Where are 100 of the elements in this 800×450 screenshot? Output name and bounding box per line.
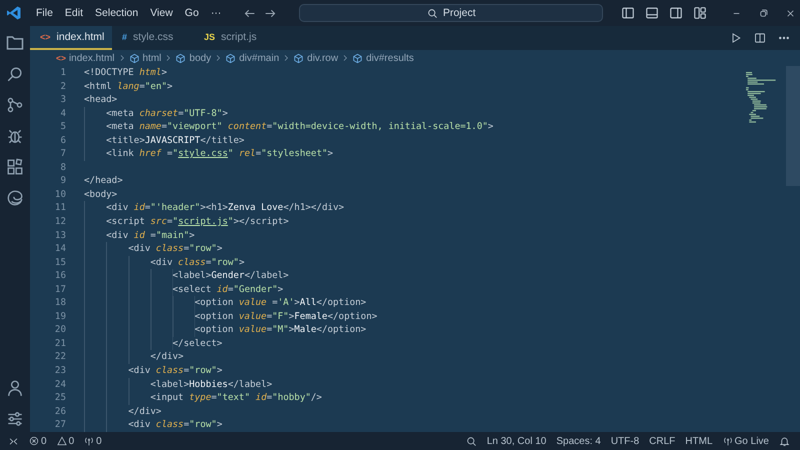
- branch-icon[interactable]: [6, 96, 24, 114]
- sliders-icon[interactable]: [6, 410, 24, 428]
- split-layout-icon[interactable]: [669, 6, 683, 20]
- code-line: <div class="row">: [128, 364, 222, 378]
- line-number: 5: [59, 120, 66, 134]
- line-number: 9: [59, 174, 66, 188]
- line-number: 22: [54, 350, 66, 364]
- status-item[interactable]: Spaces: 4: [556, 436, 601, 446]
- file-type-icon: <>: [56, 53, 66, 63]
- line-number: 8: [59, 160, 66, 174]
- code-line: <option value ='A'>All</option>: [194, 296, 366, 310]
- code-line: <div id="'header"><h1>Zenva Love</h1></div>: [106, 201, 344, 216]
- sidebar-layout-icon[interactable]: [621, 6, 635, 20]
- line-number: 3: [59, 93, 66, 107]
- go-live-button[interactable]: Go Live: [734, 436, 769, 446]
- error-count[interactable]: 0: [41, 436, 47, 446]
- code-line: <link href ="style.css" rel="stylesheet">: [106, 147, 334, 161]
- breadcrumb-item[interactable]: div#main: [239, 52, 280, 64]
- code-line: </head>: [84, 174, 123, 188]
- line-number: 16: [54, 269, 66, 283]
- run-icon[interactable]: [730, 32, 742, 44]
- line-number: 21: [54, 336, 66, 350]
- cube-icon: [128, 52, 140, 64]
- line-number: 18: [54, 296, 66, 310]
- menu-item[interactable]: Selection: [89, 5, 144, 21]
- line-number: 24: [54, 378, 66, 392]
- line-number: 10: [54, 188, 66, 202]
- error-icon: [29, 436, 39, 446]
- menu-item[interactable]: Edit: [58, 5, 90, 21]
- code-line: <label>Hobbies</label>: [150, 378, 272, 392]
- code-line: <html lang="en">: [84, 80, 173, 94]
- code-line: <body>: [84, 188, 118, 202]
- breadcrumb-item[interactable]: index.html: [68, 52, 115, 64]
- panel-layout-icon[interactable]: [645, 6, 659, 20]
- blocks-icon[interactable]: [6, 158, 24, 176]
- chevron-icon: [214, 54, 222, 62]
- code-line: <div class="row">: [128, 242, 222, 256]
- code-line: <title>JAVASCRIPT</title>: [106, 134, 244, 148]
- split-editor-icon[interactable]: [754, 32, 766, 44]
- cube-icon: [175, 52, 186, 64]
- code-line: <label>Gender</label>: [172, 269, 289, 283]
- command-center[interactable]: Project: [299, 4, 604, 22]
- swirl-icon[interactable]: [6, 189, 24, 207]
- code-line: </div>: [128, 404, 162, 418]
- code-line: </select>: [172, 336, 222, 350]
- warning-count[interactable]: 0: [68, 436, 74, 446]
- status-item[interactable]: UTF-8: [610, 436, 640, 446]
- file-type-icon: <>: [40, 32, 51, 42]
- editor-tab[interactable]: # style.css: [112, 26, 194, 50]
- line-number: 19: [54, 310, 66, 324]
- search-icon: [426, 8, 438, 18]
- code-line: <meta charset="UTF-8">: [106, 106, 228, 120]
- line-number: 11: [54, 201, 66, 216]
- breadcrumb-item[interactable]: div.row: [307, 52, 338, 64]
- code-line: <!DOCTYPE html>: [84, 66, 168, 80]
- code-line: <meta name="viewport" content="width=device-width, initial-scale=1.0">: [106, 120, 494, 134]
- line-number: 17: [54, 282, 66, 296]
- code-line: <head>: [84, 93, 118, 107]
- broadcast-icon: [722, 436, 733, 446]
- status-item[interactable]: Ln 30, Col 10: [486, 436, 546, 446]
- antenna-icon: [84, 436, 94, 446]
- chevron-icon: [282, 54, 290, 62]
- editor-tab[interactable]: <> index.html: [30, 26, 112, 50]
- line-number: 26: [54, 404, 66, 418]
- editor-tab[interactable]: JS script.js: [194, 26, 276, 50]
- bug-icon[interactable]: [6, 127, 24, 145]
- line-number: 27: [54, 418, 66, 432]
- code-line: <option value="F">Female</option>: [194, 310, 378, 324]
- search-icon[interactable]: [6, 65, 24, 83]
- port-count[interactable]: 0: [96, 436, 102, 446]
- menu-item[interactable]: View: [144, 5, 179, 21]
- code-logo-icon: [6, 5, 22, 21]
- breadcrumb-item[interactable]: body: [189, 52, 212, 64]
- line-number: 4: [59, 106, 66, 120]
- line-number: 13: [54, 228, 66, 242]
- line-number: 6: [59, 134, 66, 148]
- code-line: <script src="script.js"></script>: [106, 215, 289, 229]
- line-number: 2: [59, 80, 66, 94]
- menu-item[interactable]: File: [30, 5, 59, 21]
- code-line: <select id="Gender">: [172, 282, 284, 296]
- close-icon[interactable]: [785, 8, 796, 18]
- remote-icon[interactable]: [8, 436, 19, 446]
- breadcrumb-item[interactable]: div#results: [366, 52, 414, 64]
- code-line: <div class="row">: [128, 418, 222, 432]
- breadcrumb-item[interactable]: html: [142, 52, 162, 64]
- chevron-icon: [341, 54, 350, 62]
- line-number: 15: [54, 256, 66, 270]
- grid-layout-icon[interactable]: [693, 6, 707, 20]
- zoom-icon[interactable]: [466, 436, 477, 446]
- status-item[interactable]: CRLF: [649, 436, 676, 446]
- bell-icon[interactable]: [779, 436, 790, 446]
- cube-icon: [293, 52, 304, 64]
- menu-item[interactable]: ···: [204, 5, 228, 21]
- person-icon[interactable]: [6, 379, 24, 397]
- line-number: 14: [54, 242, 66, 256]
- code-line: <div class="row">: [150, 256, 244, 270]
- status-item[interactable]: HTML: [685, 436, 713, 446]
- restore-icon[interactable]: [758, 8, 769, 18]
- code-line: <div id ="main">: [106, 228, 195, 242]
- menu-item[interactable]: Go: [178, 5, 205, 21]
